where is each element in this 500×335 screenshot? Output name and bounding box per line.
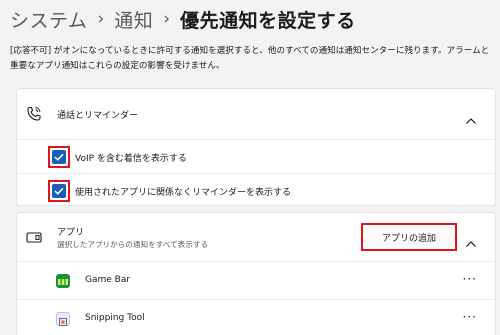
chevron-up-icon[interactable]: [465, 233, 477, 247]
game-bar-name: Game Bar: [85, 275, 131, 285]
breadcrumb-system[interactable]: システム: [10, 6, 87, 33]
option-row-voip: VoIP を含む着信を表示する: [17, 140, 495, 173]
phone-ringing-icon: [25, 105, 43, 123]
more-options-icon[interactable]: ···: [463, 310, 477, 324]
apps-header[interactable]: アプリ 選択したアプリからの通知をすべて表示する アプリの追加: [17, 213, 495, 261]
breadcrumb-separator: ›: [163, 9, 171, 29]
breadcrumb-separator: ›: [97, 9, 105, 29]
option-row-reminders: 使用されたアプリに関係なくリマインダーを表示する: [17, 174, 495, 207]
voip-label: VoIP を含む着信を表示する: [75, 154, 187, 164]
calls-reminders-group: 通話とリマインダー VoIP を含む着信を表示する 使用されたアプリに関係なくリ…: [16, 88, 496, 206]
apps-title: アプリ: [57, 228, 85, 238]
apps-group: アプリ 選択したアプリからの通知をすべて表示する アプリの追加 Game Bar…: [16, 212, 496, 335]
snipping-tool-icon: [56, 312, 70, 326]
calls-reminders-header[interactable]: 通話とリマインダー: [17, 89, 495, 139]
app-row-snipping-tool[interactable]: Snipping Tool ···: [17, 300, 495, 335]
snipping-tool-name: Snipping Tool: [85, 313, 145, 323]
apps-subtitle: 選択したアプリからの通知をすべて表示する: [57, 240, 209, 249]
voip-checkbox[interactable]: [48, 146, 70, 168]
add-app-button[interactable]: アプリの追加: [361, 223, 457, 251]
chevron-up-icon[interactable]: [465, 110, 477, 124]
breadcrumb-notifications[interactable]: 通知: [114, 6, 153, 33]
game-bar-icon: [56, 274, 70, 288]
page-title: 優先通知を設定する: [180, 9, 356, 32]
reminders-checkbox[interactable]: [48, 180, 70, 202]
checkmark-icon: [52, 184, 66, 198]
checkmark-icon: [52, 150, 66, 164]
app-row-game-bar[interactable]: Game Bar ···: [17, 262, 495, 299]
app-window-icon: [25, 228, 43, 246]
breadcrumb: システム › 通知 › 優先通知を設定する: [10, 2, 356, 36]
reminders-label: 使用されたアプリに関係なくリマインダーを表示する: [75, 188, 292, 198]
more-options-icon[interactable]: ···: [463, 272, 477, 286]
page-description: [応答不可] がオンになっているときに許可する通知を選択すると、他のすべての通知…: [10, 46, 490, 71]
calls-reminders-title: 通話とリマインダー: [57, 111, 139, 121]
